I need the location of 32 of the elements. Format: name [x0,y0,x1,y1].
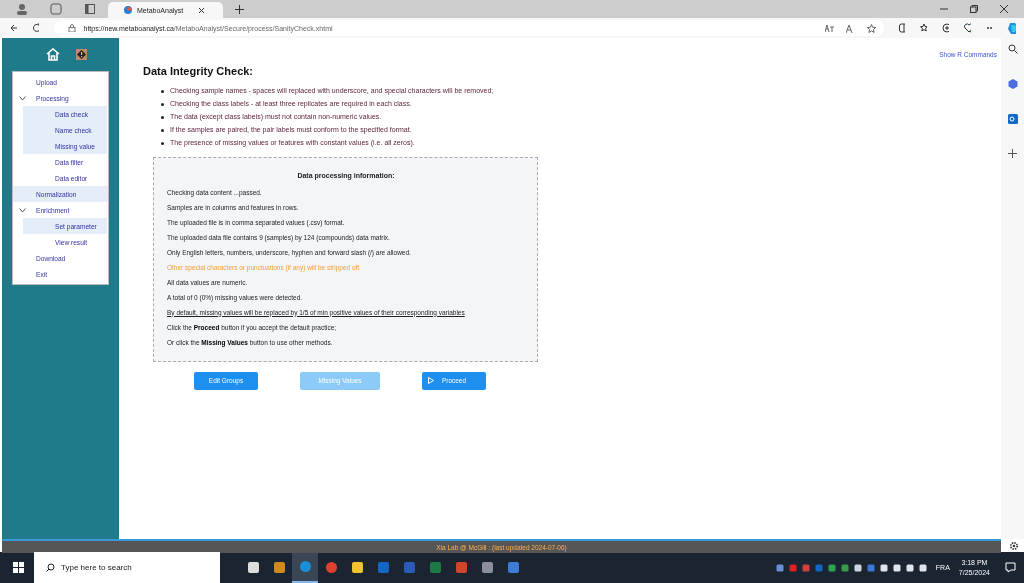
chevron-down-icon[interactable] [19,207,26,213]
favorites-icon[interactable] [920,23,927,33]
settings-icon[interactable] [1009,541,1019,551]
refresh-icon[interactable] [31,23,39,33]
home-icon[interactable] [46,48,60,61]
site-logo-icon [124,6,132,14]
cube-icon[interactable] [1007,79,1018,89]
page-title: Data Integrity Check: [143,65,255,77]
minimize-icon[interactable] [940,5,948,13]
translate-icon[interactable] [824,23,834,33]
notifications-icon[interactable] [1005,562,1016,573]
bullet-icon [161,102,164,106]
read-aloud-icon[interactable] [845,23,855,33]
bullet-icon [161,115,164,119]
start-icon[interactable] [13,562,24,573]
close-icon[interactable] [198,6,206,14]
taskbar-search-field[interactable]: Type here to search [34,552,220,583]
search-icon[interactable] [1007,44,1018,54]
star-icon[interactable] [866,23,876,33]
bullet-icon [161,141,164,145]
add-icon[interactable] [1008,149,1017,158]
new-tab-icon[interactable] [235,4,244,14]
close-icon[interactable] [1000,5,1008,13]
play-icon [428,377,434,385]
bullet-icon [161,128,164,132]
chevron-down-icon[interactable] [19,95,26,101]
back-icon[interactable] [10,23,17,33]
help-icon[interactable] [76,49,87,60]
split-screen-icon[interactable] [898,23,906,33]
restore-icon[interactable] [970,5,978,13]
lock-icon [67,24,76,32]
bullet-icon [161,89,164,93]
